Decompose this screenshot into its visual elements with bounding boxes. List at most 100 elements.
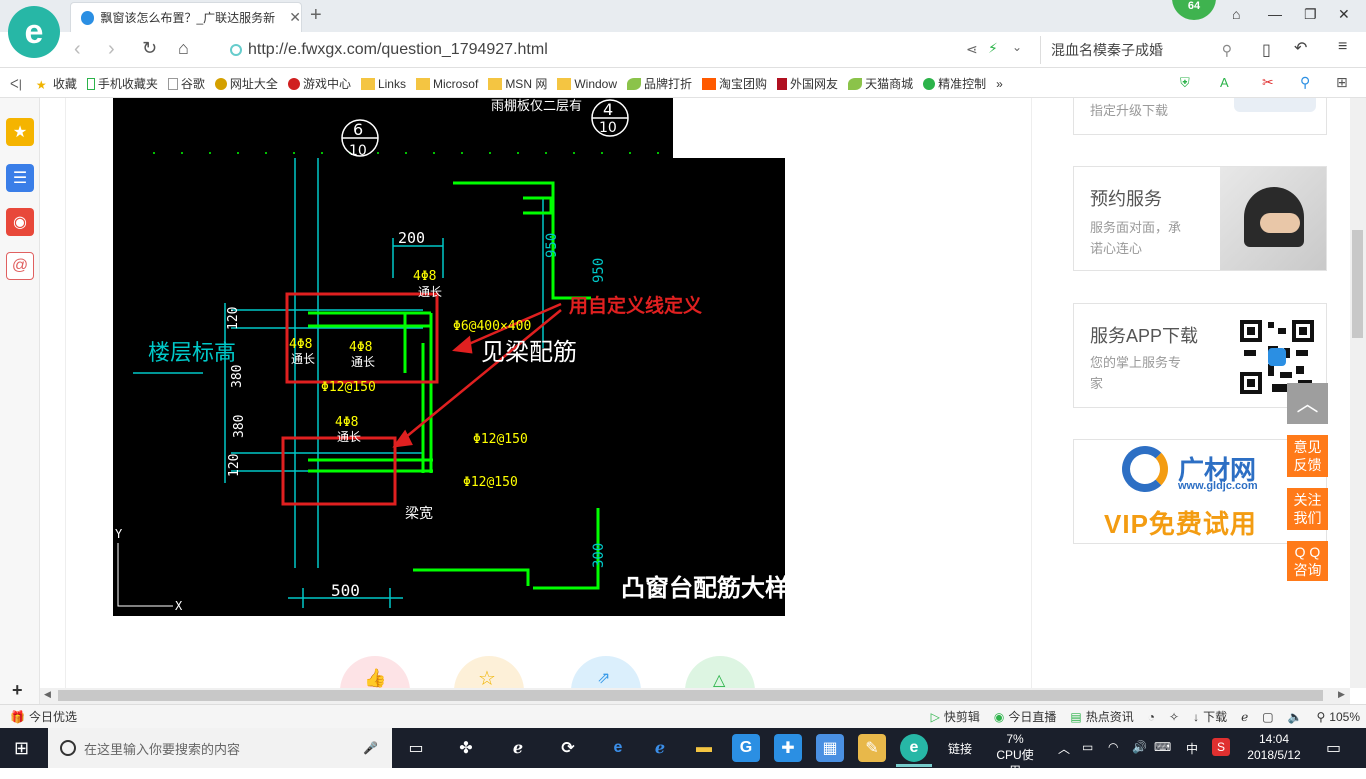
wifi-icon[interactable]: ◠ (1108, 740, 1118, 754)
search-tool-icon[interactable]: ⚲ (1300, 74, 1310, 91)
bookmark-favorites[interactable]: ★ 收藏 (36, 75, 77, 92)
calculator-icon[interactable]: ▦ (816, 734, 844, 762)
tools-icon[interactable]: ✧ (1169, 710, 1179, 724)
news-link[interactable]: ▤ 热点资讯 (1070, 708, 1133, 725)
add-panel-icon[interactable]: + (12, 680, 23, 701)
apps-icon[interactable]: ⊞ (1336, 74, 1348, 91)
folder-icon (360, 77, 375, 90)
download-link[interactable]: ↓ 下载 (1193, 708, 1227, 725)
ime-indicator[interactable]: 中 (1186, 740, 1198, 757)
swirl-icon[interactable]: ⟳ (554, 734, 582, 762)
vertical-scrollbar[interactable] (1350, 98, 1366, 688)
qq-consult-button[interactable]: Q Q 咨询 (1287, 541, 1328, 581)
horizontal-scroll-thumb[interactable] (58, 690, 1323, 701)
minimize-icon[interactable]: — (1268, 6, 1282, 22)
edge-icon[interactable]: e (604, 734, 632, 762)
taskbar-search[interactable]: 在这里输入你要搜索的内容 🎤 (48, 728, 392, 768)
scroll-right-icon[interactable]: ▶ (1338, 689, 1345, 700)
forward-icon[interactable]: › (108, 38, 115, 61)
pinwheel-icon[interactable]: ✤ (452, 734, 480, 762)
ie-browser-icon[interactable]: ℯ (646, 734, 674, 762)
rebar-label: Φ6@400×400 (453, 319, 531, 334)
taobao-icon (702, 77, 717, 90)
window-icon[interactable]: ▢ (1262, 710, 1273, 724)
url-input[interactable]: http://e.fwxgx.com/question_1794927.html (220, 36, 1040, 64)
volume-icon[interactable]: 🔊 (1132, 740, 1147, 754)
follow-us-button[interactable]: 关注 我们 (1287, 488, 1328, 530)
bookmark-windows[interactable]: Window (557, 77, 617, 91)
network-icon[interactable]: ▭ (1082, 740, 1093, 754)
bookmark-google[interactable]: 谷歌 (167, 75, 205, 92)
upgrade-link[interactable]: 指定升级下载 (1090, 100, 1168, 121)
today-picks[interactable]: 🎁 今日优选 (10, 708, 77, 725)
restore-icon[interactable]: ❐ (1304, 6, 1317, 23)
scissors-icon[interactable]: ✂ (1262, 74, 1274, 91)
sogou-icon[interactable]: S (1212, 738, 1230, 756)
folder-icon (488, 77, 503, 90)
refresh-icon[interactable]: ↻ (142, 38, 157, 59)
mute-icon[interactable]: 🔈 (1288, 710, 1303, 724)
chevron-down-icon[interactable]: ⌄ (1012, 40, 1022, 54)
browser-app-icon[interactable]: e (900, 734, 928, 762)
notes-icon[interactable]: ✎ (858, 734, 886, 762)
bookmark-games[interactable]: 游戏中心 (287, 75, 351, 92)
bookmark-microsoft[interactable]: Microsof (415, 77, 478, 91)
bookmark-precise[interactable]: 精准控制 (923, 75, 986, 92)
links-toolbar[interactable]: 链接 (948, 740, 972, 757)
back-icon[interactable]: ‹ (74, 38, 81, 61)
mail-icon[interactable]: @ (6, 252, 34, 280)
home-icon[interactable]: ⌂ (178, 38, 189, 59)
scroll-left-icon[interactable]: ◀ (44, 689, 51, 700)
close-window-icon[interactable]: ✕ (1338, 6, 1350, 23)
bookmark-mobile[interactable]: 手机收藏夹 (86, 75, 158, 92)
glodon-icon[interactable]: G (732, 734, 760, 762)
kuaijian-link[interactable]: ▷ 快剪辑 (931, 708, 980, 725)
cpu-meter[interactable]: 7% CPU使用 (992, 731, 1038, 779)
skin-icon[interactable]: ⌂ (1232, 6, 1240, 22)
shield-icon[interactable]: ⛨ (1180, 75, 1190, 91)
bookmark-msn[interactable]: MSN 网 (488, 75, 547, 92)
share-icon[interactable]: ⋖ (966, 41, 978, 58)
edge-legacy-icon[interactable]: ℯ (504, 734, 532, 762)
reader-icon[interactable]: ☰ (6, 164, 34, 192)
browser-tab[interactable]: 飘窗该怎么布置？_广联达服务新 ✕ (70, 2, 302, 32)
bookmark-foreign[interactable]: 外国网友 (777, 75, 838, 92)
live-link[interactable]: ◉ 今日直播 (994, 708, 1057, 725)
notification-icon[interactable]: ▭ (1326, 738, 1341, 758)
clock[interactable]: 14:04 2018/5/12 (1242, 731, 1306, 763)
zoom-control[interactable]: ⚲ 105% (1317, 710, 1361, 724)
search-icon[interactable]: ⚲ (1222, 42, 1232, 59)
plus-app-icon[interactable]: ✚ (774, 734, 802, 762)
bookmark-taobao[interactable]: 淘宝团购 (702, 75, 767, 92)
sidebar-toggle-icon[interactable]: ᐸ| (10, 77, 22, 91)
undo-icon[interactable]: ↶ (1294, 38, 1307, 58)
browser-logo-icon[interactable]: e (8, 6, 60, 58)
upgrade-card[interactable]: 指定升级下载 (1073, 98, 1327, 135)
mobile-icon[interactable]: ▯ (1262, 40, 1271, 60)
menu-icon[interactable]: ≡ (1338, 38, 1347, 56)
reserve-service-card[interactable]: 预约服务 服务面对面，承 诺心连心 (1073, 166, 1327, 271)
bookmark-hao[interactable]: 网址大全 (214, 75, 278, 92)
favorites-icon[interactable]: ★ (6, 118, 34, 146)
ie-icon[interactable]: ℯ (1241, 710, 1248, 724)
back-to-top-button[interactable]: ︿ (1287, 383, 1328, 424)
windows-start-icon[interactable]: ⊞ (14, 738, 29, 759)
vertical-scroll-thumb[interactable] (1352, 230, 1363, 338)
new-tab-button[interactable]: + (310, 4, 322, 27)
close-icon[interactable]: ✕ (289, 9, 301, 26)
speed-icon[interactable]: ◔ (1148, 710, 1155, 724)
feedback-button[interactable]: 意见 反馈 (1287, 435, 1328, 477)
translate-icon[interactable]: A (1220, 75, 1229, 90)
bookmark-tmall[interactable]: 天猫商城 (848, 75, 913, 92)
keyboard-icon[interactable]: ⌨ (1154, 740, 1171, 754)
lightning-icon[interactable]: ⚡ (988, 40, 998, 57)
bookmark-brand[interactable]: 品牌打折 (627, 75, 692, 92)
microphone-icon[interactable]: 🎤 (363, 741, 378, 755)
bookmark-links[interactable]: Links (360, 77, 406, 91)
weibo-icon[interactable]: ◉ (6, 208, 34, 236)
bookmarks-more[interactable]: » (996, 77, 1003, 91)
file-explorer-icon[interactable]: ▬ (690, 734, 718, 762)
search-input[interactable]: 混血名模秦子成婚 ⚲ (1040, 36, 1240, 64)
task-view-icon[interactable]: ▭ (402, 734, 430, 762)
tray-expand-icon[interactable]: ︿ (1058, 740, 1070, 757)
